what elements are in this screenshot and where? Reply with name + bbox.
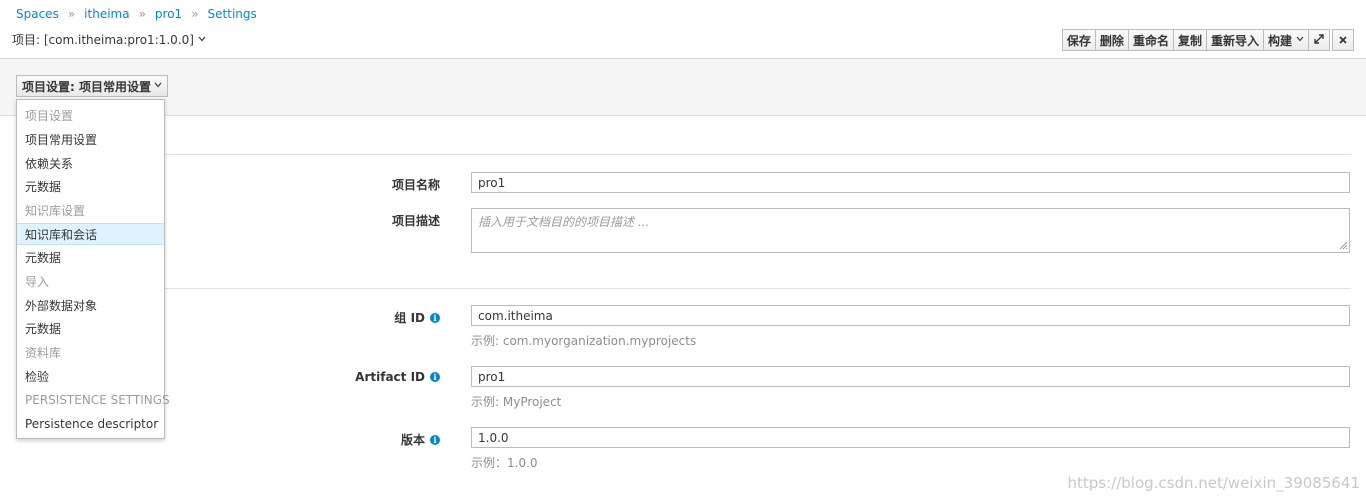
breadcrumb-project-pro1[interactable]: pro1 — [155, 7, 182, 21]
settings-section-dropdown-toggle[interactable]: 项目设置: 项目常用设置 — [16, 75, 168, 97]
reimport-button[interactable]: 重新导入 — [1205, 29, 1264, 51]
group-id-help: 示例: com.myorganization.myprojects — [471, 334, 697, 348]
breadcrumb-space-itheima[interactable]: itheima — [84, 7, 129, 21]
project-description-label: 项目描述 — [391, 214, 440, 228]
info-icon[interactable]: i — [430, 434, 440, 445]
project-description-textarea[interactable] — [471, 208, 1350, 253]
settings-bar: 项目设置: 项目常用设置 — [0, 59, 1366, 116]
version-label: 版本 i — [401, 431, 440, 448]
menu-header-knowledge-base-settings: 知识库设置 — [25, 203, 86, 218]
close-button[interactable] — [1332, 29, 1354, 51]
menu-item-imports-metadata[interactable]: 元数据 — [17, 317, 164, 339]
project-title: 项目: [com.itheima:pro1:1.0.0] — [12, 33, 194, 47]
resize-grip-icon[interactable] — [1338, 240, 1348, 250]
window-controls — [1306, 29, 1354, 51]
version-label-text: 版本 — [400, 433, 425, 447]
section-divider — [165, 154, 1351, 155]
project-name-input[interactable] — [471, 172, 1350, 193]
breadcrumb-separator: » — [138, 7, 146, 21]
project-name-label: 项目名称 — [391, 178, 440, 192]
menu-item-project-metadata[interactable]: 元数据 — [17, 175, 164, 197]
save-button[interactable]: 保存 — [1061, 29, 1096, 51]
info-icon[interactable]: i — [430, 312, 440, 323]
settings-section-label: 项目设置: 项目常用设置 — [22, 79, 151, 94]
artifact-id-label-text: Artifact ID — [355, 370, 425, 384]
menu-header-project-settings: 项目设置 — [25, 108, 74, 123]
section-divider — [165, 288, 1351, 289]
menu-item-general-settings[interactable]: 项目常用设置 — [17, 128, 164, 150]
menu-item-knowledge-bases-and-sessions[interactable]: 知识库和会话 — [17, 223, 164, 245]
chevron-down-icon — [198, 35, 206, 45]
menu-item-external-data-objects[interactable]: 外部数据对象 — [17, 294, 164, 316]
chevron-down-icon — [154, 81, 162, 91]
breadcrumb-separator: » — [67, 7, 76, 21]
version-input[interactable] — [471, 427, 1350, 448]
rename-button[interactable]: 重命名 — [1127, 29, 1174, 51]
artifact-id-help: 示例: MyProject — [471, 395, 562, 409]
build-button[interactable]: 构建 — [1262, 29, 1309, 51]
menu-header-imports: 导入 — [25, 274, 50, 289]
breadcrumb-spaces[interactable]: Spaces — [16, 7, 59, 21]
project-selector[interactable]: 项目: [com.itheima:pro1:1.0.0] — [12, 31, 206, 48]
breadcrumb-settings[interactable]: Settings — [208, 7, 257, 21]
group-id-label-text: 组 ID — [394, 311, 425, 325]
artifact-id-label: Artifact ID i — [355, 370, 440, 384]
menu-header-repositories: 资料库 — [25, 345, 62, 360]
project-toolbar: 保存 删除 重命名 复制 重新导入 构建 — [1061, 29, 1309, 51]
group-id-input[interactable] — [471, 305, 1350, 326]
close-icon — [1339, 33, 1347, 47]
info-icon[interactable]: i — [430, 372, 440, 382]
artifact-id-input[interactable] — [471, 366, 1350, 387]
watermark: https://blog.csdn.net/weixin_39085641 — [1067, 474, 1360, 492]
copy-button[interactable]: 复制 — [1172, 29, 1207, 51]
expand-icon — [1314, 33, 1324, 47]
breadcrumb-separator: » — [191, 7, 199, 21]
delete-button[interactable]: 删除 — [1094, 29, 1129, 51]
build-button-label: 构建 — [1267, 33, 1292, 48]
version-help: 示例：1.0.0 — [471, 456, 538, 470]
menu-item-kb-metadata[interactable]: 元数据 — [17, 246, 164, 268]
menu-item-validation[interactable]: 检验 — [17, 365, 164, 387]
menu-item-dependencies[interactable]: 依赖关系 — [17, 152, 164, 174]
settings-section-menu: 项目设置 项目常用设置 依赖关系 元数据 知识库设置 知识库和会话 元数据 导入… — [16, 99, 170, 439]
chevron-down-icon — [1296, 35, 1304, 45]
menu-header-persistence-settings: PERSISTENCE SETTINGS — [25, 393, 170, 407]
menu-item-persistence-descriptor[interactable]: Persistence descriptor — [17, 413, 164, 435]
group-id-label: 组 ID i — [394, 309, 440, 326]
breadcrumb: Spaces » itheima » pro1 » Settings — [16, 6, 257, 22]
maximize-button[interactable] — [1308, 29, 1330, 51]
